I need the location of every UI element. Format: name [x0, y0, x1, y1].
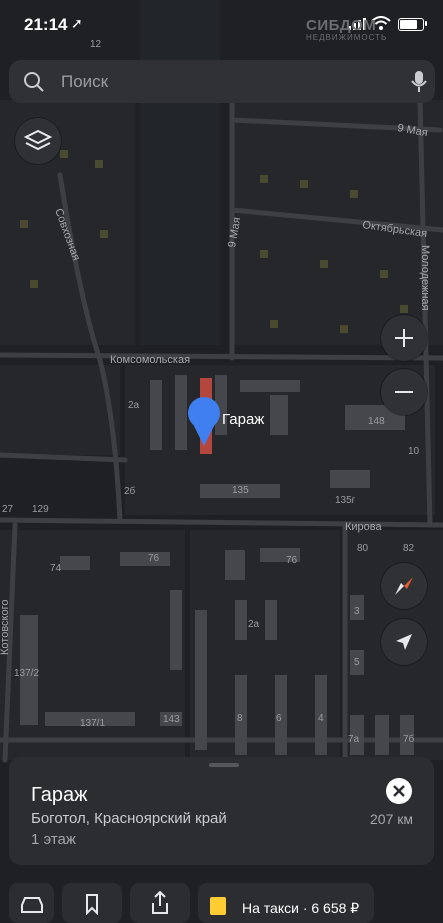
layers-button[interactable]: [15, 118, 61, 164]
svg-text:137/1: 137/1: [80, 718, 105, 729]
bookmark-icon: [86, 894, 98, 915]
place-floor: 1 этаж: [31, 831, 76, 848]
my-location-button[interactable]: [381, 619, 427, 665]
street-label: Кирова: [345, 521, 383, 533]
svg-text:135: 135: [232, 485, 249, 496]
svg-text:80: 80: [357, 543, 369, 554]
svg-text:10: 10: [408, 446, 420, 457]
street-label: Котовского: [0, 600, 11, 655]
compass-icon: [395, 577, 413, 595]
navigation-arrow-icon: [396, 634, 412, 650]
svg-text:4: 4: [318, 713, 324, 724]
watermark: СИБДОМ НЕДВИЖИМОСТЬ: [306, 17, 388, 42]
zoom-in-button[interactable]: [381, 315, 427, 361]
share-button[interactable]: [130, 883, 190, 923]
compass-button[interactable]: [381, 563, 427, 609]
car-icon: [21, 897, 43, 913]
battery-icon: [398, 18, 424, 31]
svg-text:135г: 135г: [335, 495, 356, 506]
search-input[interactable]: Поиск: [61, 72, 108, 92]
svg-text:6: 6: [276, 713, 282, 724]
svg-text:76: 76: [148, 553, 160, 564]
taxi-label: На такси · 6 658 ₽: [242, 900, 360, 916]
svg-text:76: 76: [286, 555, 298, 566]
search-icon: [24, 72, 44, 92]
zoom-out-button[interactable]: [381, 369, 427, 415]
share-icon: [152, 891, 168, 914]
place-title: Гараж: [31, 784, 88, 806]
svg-text:148: 148: [368, 416, 385, 427]
location-arrow-icon: ➚: [71, 15, 83, 31]
svg-text:7а: 7а: [348, 734, 360, 745]
svg-text:3: 3: [354, 606, 360, 617]
street-label: Молодежная: [419, 245, 431, 311]
svg-text:2а: 2а: [128, 400, 140, 411]
microphone-icon[interactable]: [409, 70, 429, 94]
taxi-button[interactable]: На такси · 6 658 ₽: [198, 883, 374, 923]
svg-text:2а: 2а: [248, 619, 260, 630]
drag-handle[interactable]: [209, 763, 239, 767]
layers-icon: [23, 129, 53, 151]
place-address: Боготол, Красноярский край: [31, 810, 227, 827]
svg-text:5: 5: [354, 657, 360, 668]
svg-text:7б: 7б: [403, 733, 415, 745]
pin-label: Гараж: [222, 411, 265, 428]
svg-text:8: 8: [237, 713, 243, 724]
plus-icon: [395, 329, 413, 347]
svg-text:129: 129: [32, 504, 49, 515]
close-icon: [393, 785, 405, 797]
svg-text:2б: 2б: [124, 485, 136, 497]
svg-text:143: 143: [163, 714, 180, 725]
search-bar[interactable]: Поиск: [9, 60, 435, 103]
close-button[interactable]: [386, 778, 412, 804]
svg-text:82: 82: [403, 543, 415, 554]
bottom-action-bar: На такси · 6 658 ₽: [0, 877, 443, 923]
place-card[interactable]: Гараж Боготол, Красноярский край 1 этаж …: [9, 757, 434, 865]
minus-icon: [395, 391, 413, 393]
svg-text:27: 27: [2, 504, 14, 515]
svg-text:137/2: 137/2: [14, 668, 39, 679]
taxi-icon: [210, 897, 226, 915]
street-label: Комсомольская: [110, 354, 190, 366]
bookmark-button[interactable]: [62, 883, 122, 923]
place-distance: 207 км: [370, 811, 413, 827]
route-button[interactable]: [9, 883, 54, 923]
clock: 21:14: [24, 15, 68, 34]
svg-text:74: 74: [50, 563, 62, 574]
